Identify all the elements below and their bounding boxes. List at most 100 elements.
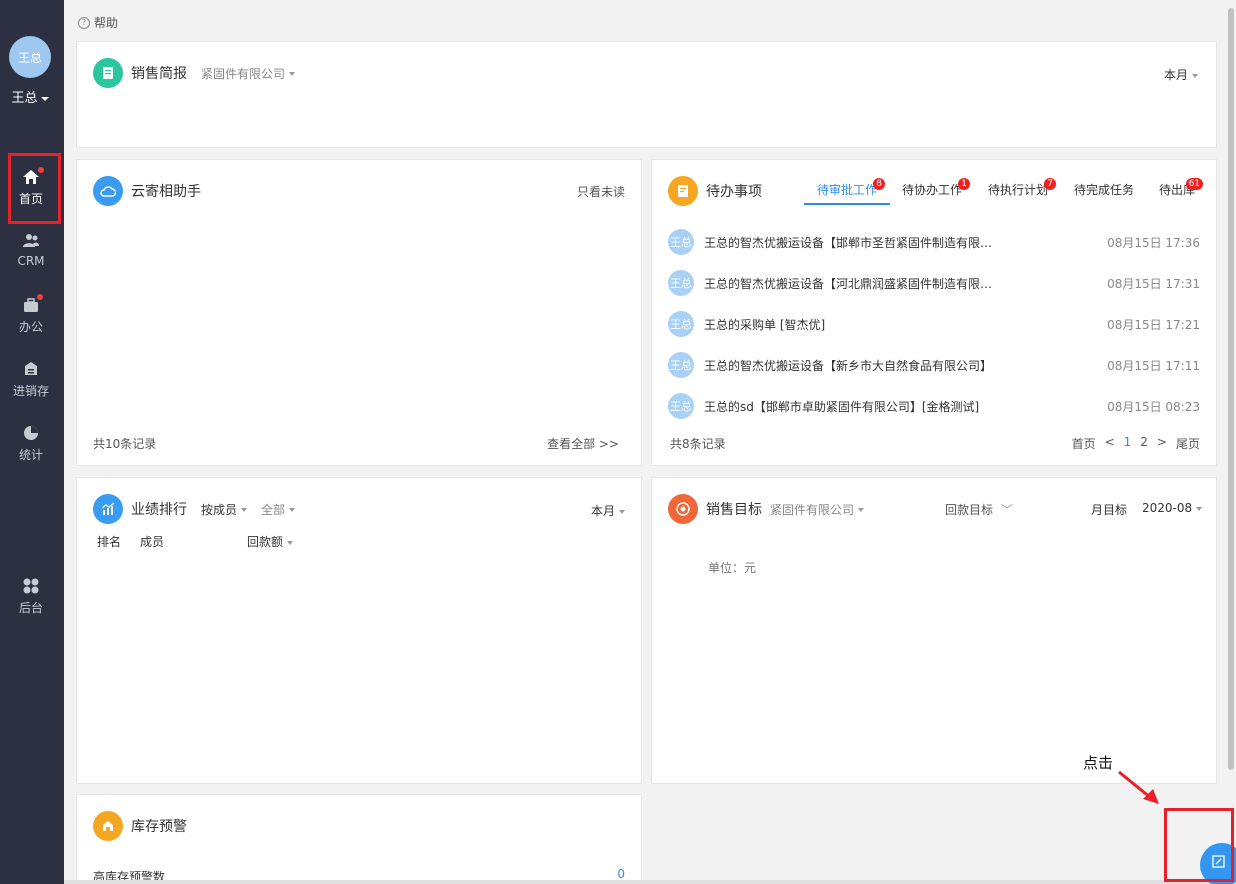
nav-item-office[interactable]: 办公: [0, 294, 62, 335]
pagination: 首页 < 1 2 > 尾页: [1072, 435, 1200, 452]
nav-label: 进销存: [12, 384, 49, 398]
item-time: 08月15日 17:31: [1107, 276, 1200, 291]
chevron-down-icon: [619, 509, 625, 514]
nav-label: 统计: [18, 448, 43, 462]
chevron-down-icon: [1192, 73, 1198, 78]
metric-label: 回款额: [247, 535, 284, 549]
item-title: 王总的智杰优搬运设备【新乡市大自然食品有限公司】: [704, 358, 993, 373]
count-badge: 7: [1044, 178, 1057, 190]
user-menu[interactable]: 王总: [0, 87, 60, 106]
assistant-card: 云寄相助手 只看未读 共10条记录 查看全部 >>: [76, 159, 642, 466]
target-type-select[interactable]: 回款目标 ﹀: [945, 501, 1013, 518]
target-icon: [668, 494, 698, 524]
card-title: 待办事项: [706, 184, 762, 200]
warehouse-icon: [93, 811, 123, 841]
count-badge: 61: [1185, 178, 1204, 190]
active-tab-underline: [804, 203, 890, 205]
list-item[interactable]: 王总 王总的智杰优搬运设备【邯郸市圣哲紧固件制造有限公司】 08月15日 17:36: [668, 229, 1200, 255]
period-select[interactable]: 本月: [591, 502, 625, 519]
tab-pending-outbound[interactable]: 待出库 61: [1159, 178, 1204, 198]
chevron-down-icon: [241, 508, 248, 512]
user-avatar[interactable]: 王总: [9, 36, 51, 78]
avatar: 王总: [668, 229, 694, 255]
target-type-value: 回款目标: [945, 503, 994, 517]
nav-label: 后台: [18, 601, 43, 615]
rank-by-select[interactable]: 按成员: [201, 501, 248, 518]
nav-item-stats[interactable]: 统计: [0, 424, 62, 463]
unread-filter[interactable]: 只看未读: [577, 183, 625, 200]
view-all-link[interactable]: 查看全部 >>: [547, 435, 619, 452]
trend-icon: [93, 494, 123, 524]
report-icon: [93, 58, 123, 88]
pie-chart-icon: [24, 426, 38, 440]
rank-by-value: 按成员: [201, 502, 238, 517]
month-select[interactable]: 2020-08: [1142, 501, 1203, 515]
tab-label: 待完成任务: [1074, 183, 1135, 197]
column-header-rank: 排名: [97, 535, 122, 549]
card-title: 销售简报: [131, 66, 187, 82]
grid-icon: [23, 578, 39, 594]
tab-pending-assist[interactable]: 待协办工作 1: [902, 178, 971, 198]
notification-dot: [37, 294, 43, 300]
highlight-box-home: [8, 153, 61, 224]
high-stock-value[interactable]: 0: [617, 867, 625, 881]
card-title: 销售目标: [706, 502, 762, 518]
list-item[interactable]: 王总 王总的采购单 [智杰优] 08月15日 17:21: [668, 311, 1200, 337]
pager-first[interactable]: 首页: [1072, 435, 1096, 452]
period-type-label: 月目标: [1091, 503, 1128, 517]
todo-card: 待办事项 待审批工作 8 待协办工作 1 待执行计划 7 待完成任务 待出库 61 王总…: [651, 159, 1217, 466]
chevron-down-icon: [287, 540, 294, 545]
card-title: 库存预警: [131, 819, 187, 835]
company-name: 紧固件有限公司: [201, 66, 286, 81]
chevron-down-icon: [289, 72, 296, 76]
avatar: 王总: [668, 311, 694, 337]
pager-page-1[interactable]: 1: [1124, 435, 1132, 452]
column-header-metric[interactable]: 回款额: [247, 533, 294, 550]
scrollbar-thumb[interactable]: [1228, 8, 1234, 770]
pager-next[interactable]: >: [1157, 435, 1167, 452]
horizontal-scrollbar[interactable]: [64, 880, 1236, 884]
company-select[interactable]: 紧固件有限公司: [770, 501, 865, 518]
tab-label: 待执行计划: [988, 183, 1049, 197]
scope-value: 全部: [261, 502, 286, 517]
tab-pending-plan[interactable]: 待执行计划 7: [988, 178, 1057, 198]
todo-icon: [668, 176, 698, 206]
nav-item-admin[interactable]: 后台: [0, 577, 62, 616]
item-time: 08月15日 17:21: [1107, 317, 1200, 332]
chevron-down-icon: [858, 508, 865, 512]
arrow-icon: [1118, 770, 1159, 804]
list-item[interactable]: 王总 王总的智杰优搬运设备【新乡市大自然食品有限公司】 08月15日 17:11: [668, 352, 1200, 378]
item-title: 王总的智杰优搬运设备【邯郸市圣哲紧固件制造有限公司】: [704, 235, 994, 250]
nav-label: 办公: [18, 320, 43, 334]
sales-report-card: 销售简报 紧固件有限公司 本月: [76, 41, 1217, 148]
question-icon: ?: [78, 16, 90, 29]
column-header-member: 成员: [140, 535, 165, 549]
period-select[interactable]: 本月: [1164, 66, 1198, 83]
scope-select[interactable]: 全部: [261, 501, 296, 518]
nav-item-inventory[interactable]: 进销存: [0, 360, 62, 399]
tab-label: 待协办工作: [902, 183, 963, 197]
company-select[interactable]: 紧固件有限公司: [201, 65, 296, 82]
sales-target-card: 销售目标 紧固件有限公司 回款目标 ﹀ 月目标 2020-08 单位：元: [651, 477, 1217, 784]
avatar: 王总: [668, 393, 694, 419]
chevron-down-icon: [289, 508, 296, 512]
period-value: 本月: [1163, 68, 1188, 82]
vertical-scrollbar[interactable]: [1226, 0, 1236, 884]
help-label: 帮助: [94, 16, 119, 30]
chevron-down-icon: [40, 96, 49, 101]
item-time: 08月15日 17:11: [1107, 358, 1200, 373]
item-time: 08月15日 17:36: [1107, 235, 1200, 250]
pager-last[interactable]: 尾页: [1176, 435, 1200, 452]
tab-pending-approval[interactable]: 待审批工作 8: [817, 178, 886, 198]
tab-pending-task[interactable]: 待完成任务: [1074, 181, 1134, 198]
month-value: 2020-08: [1142, 501, 1193, 515]
highlight-box-float-button: [1164, 808, 1234, 882]
pager-page-2[interactable]: 2: [1140, 435, 1148, 452]
pager-prev[interactable]: <: [1105, 435, 1115, 452]
help-link[interactable]: ? 帮助: [78, 14, 118, 31]
record-count: 共8条记录: [670, 437, 726, 451]
list-item[interactable]: 王总 王总的sd【邯郸市卓助紧固件有限公司】[金格测试] 08月15日 08:23: [668, 393, 1200, 419]
list-item[interactable]: 王总 王总的智杰优搬运设备【河北鼎润盛紧固件制造有限公司】 08月15日 17:31: [668, 270, 1200, 296]
nav-item-crm[interactable]: CRM: [0, 232, 62, 268]
period-value: 本月: [590, 504, 615, 518]
